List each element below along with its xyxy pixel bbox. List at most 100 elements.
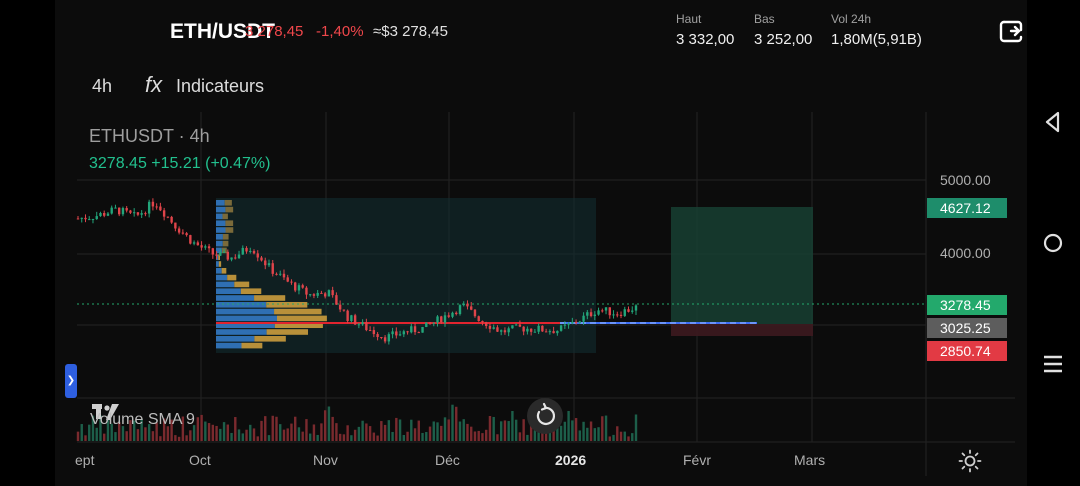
- volume-bar: [443, 417, 447, 441]
- candle-body: [511, 325, 514, 329]
- volume-bar: [608, 436, 611, 441]
- time-tick: ept: [75, 452, 95, 468]
- home-nav-icon[interactable]: [1040, 230, 1066, 256]
- volume-bar: [466, 423, 469, 441]
- volume-bar: [578, 430, 582, 441]
- volume-bar: [335, 423, 338, 441]
- volume-bar: [616, 426, 619, 441]
- candle-body: [436, 316, 439, 323]
- candle-body: [496, 327, 499, 332]
- vp-sell-bar: [241, 342, 263, 349]
- volume-indicator-label[interactable]: Volume SMA 9: [90, 411, 195, 429]
- candle-body: [578, 321, 582, 324]
- vp-sell-bar: [224, 200, 232, 206]
- entry-price-label: 3025.25: [927, 318, 1007, 338]
- time-tick: Févr: [683, 452, 711, 468]
- vp-buy-bar: [216, 234, 223, 240]
- volume-bar: [417, 420, 420, 441]
- volume-bar: [612, 434, 615, 441]
- candle-body: [421, 326, 424, 333]
- volume-bar: [421, 432, 424, 441]
- vp-buy-bar: [216, 213, 223, 220]
- volume-bar: [264, 416, 267, 441]
- candle-body: [147, 201, 151, 214]
- volume-bar: [571, 420, 574, 441]
- volume-bar: [413, 428, 417, 441]
- candle-body: [189, 235, 192, 244]
- candle-body: [279, 273, 282, 275]
- candle-body: [159, 206, 162, 211]
- drawing-toolbar-toggle[interactable]: ❯: [65, 364, 77, 398]
- candle-body: [222, 251, 226, 253]
- vp-buy-bar: [216, 281, 235, 288]
- vp-sell-bar: [240, 288, 262, 294]
- settings-sun-icon[interactable]: [958, 449, 982, 473]
- back-nav-icon[interactable]: [1040, 109, 1066, 135]
- candle-body: [110, 207, 113, 214]
- candle-body: [541, 325, 544, 332]
- volume-bar: [305, 419, 308, 441]
- vp-sell-bar: [225, 227, 234, 233]
- volume-bar: [282, 429, 286, 441]
- current-price-label: 3278.45: [927, 295, 1007, 315]
- volume-bar: [226, 424, 229, 441]
- volume-bar: [387, 420, 391, 441]
- volume-bar: [485, 429, 488, 441]
- volume-bar: [327, 406, 331, 441]
- volume-bar: [507, 421, 510, 441]
- candle-body: [365, 322, 368, 331]
- long-target-zone[interactable]: [671, 207, 813, 324]
- reset-chart-button[interactable]: [527, 398, 563, 434]
- volume-bar: [410, 419, 413, 441]
- candle-body: [256, 253, 259, 258]
- vp-sell-bar: [254, 295, 286, 301]
- volume-bar: [440, 425, 443, 441]
- volume-bar: [114, 432, 117, 441]
- long-stop-zone[interactable]: [671, 324, 813, 336]
- volume-bar: [260, 420, 263, 441]
- candle-body: [589, 312, 593, 317]
- recents-nav-icon[interactable]: [1040, 351, 1066, 377]
- vp-sell-bar: [222, 213, 228, 220]
- candle-body: [537, 325, 540, 332]
- chart-price-change: 3278.45 +15.21 (+0.47%): [89, 155, 271, 172]
- vp-buy-bar: [216, 268, 222, 274]
- volume-bar: [451, 404, 454, 441]
- target-price-label: 4627.12: [927, 198, 1007, 218]
- vp-buy-bar: [216, 288, 241, 294]
- candle-body: [103, 213, 106, 216]
- candle-body: [353, 315, 357, 325]
- volume-bar: [177, 436, 181, 441]
- candle-body: [282, 273, 286, 278]
- candle-body: [391, 331, 394, 335]
- candle-body: [492, 327, 495, 329]
- volume-bar: [574, 418, 578, 441]
- vp-sell-bar: [218, 261, 222, 267]
- volume-bar: [151, 431, 155, 441]
- candle-body: [481, 320, 484, 323]
- volume-bar: [432, 421, 435, 441]
- candle-body: [586, 312, 589, 316]
- volume-bar: [391, 431, 394, 441]
- candle-body: [99, 213, 102, 217]
- volume-bar: [582, 421, 585, 441]
- volume-bar: [125, 431, 128, 441]
- vp-buy-bar: [216, 336, 255, 342]
- candle-body: [425, 322, 428, 327]
- candle-body: [634, 305, 638, 311]
- volume-bar: [95, 427, 98, 441]
- candle-body: [616, 314, 619, 316]
- candle-body: [383, 337, 387, 342]
- volume-bar: [380, 421, 383, 441]
- candle-body: [144, 213, 147, 215]
- candle-body: [522, 326, 525, 332]
- vp-sell-bar: [222, 240, 229, 247]
- volume-bar: [372, 432, 376, 441]
- candle-body: [80, 217, 83, 219]
- candle-body: [215, 254, 218, 256]
- volume-bar: [323, 410, 327, 441]
- candle-body: [342, 309, 346, 311]
- candle-body: [88, 219, 91, 221]
- volume-bar: [503, 420, 507, 441]
- vp-sell-bar: [254, 336, 286, 342]
